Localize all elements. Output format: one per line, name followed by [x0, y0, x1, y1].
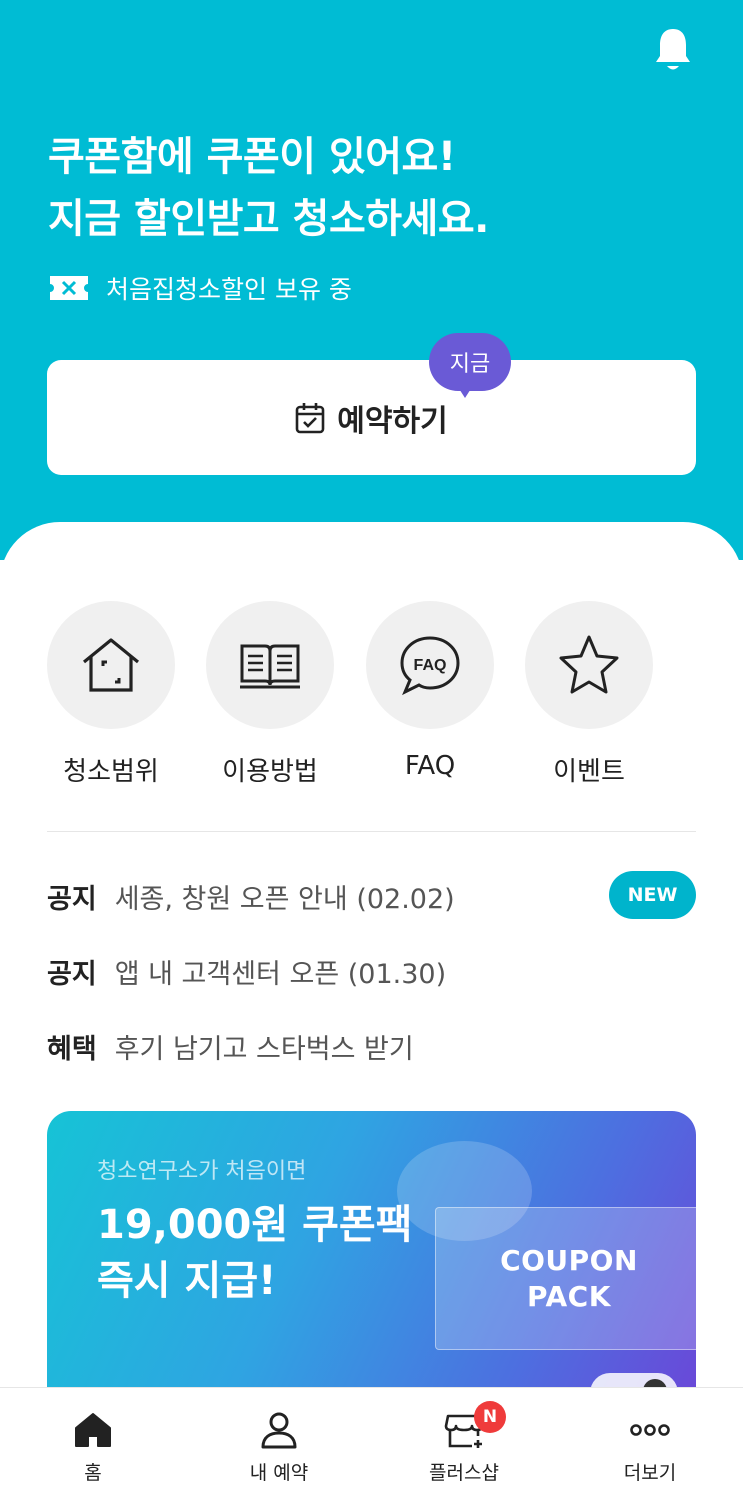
svg-text:FAQ: FAQ — [414, 657, 447, 674]
menu-faq[interactable]: FAQ FAQ — [366, 601, 494, 781]
bell-icon[interactable] — [652, 26, 694, 74]
coupon-ticket-icon — [50, 276, 88, 300]
coupon-status-text: 처음집청소할인 보유 중 — [106, 275, 352, 304]
person-icon — [261, 1412, 297, 1449]
notice-text: 후기 남기고 스타벅스 받기 — [114, 1034, 414, 1065]
menu-circle — [47, 601, 175, 729]
coupon-pack-line2: PACK — [527, 1279, 611, 1313]
coupon-status-row[interactable]: 처음집청소할인 보유 중 — [48, 270, 352, 306]
reserve-button-label: 예약하기 — [337, 403, 448, 439]
notice-tag: 혜택 — [47, 1034, 97, 1065]
tab-label: 홈 — [84, 1462, 102, 1484]
menu-label: 이용방법 — [222, 757, 318, 787]
banner-title-line2: 즉시 지급! — [97, 1258, 277, 1304]
menu-circle — [525, 601, 653, 729]
hero-title-line1: 쿠폰함에 쿠폰이 있어요! — [48, 134, 456, 180]
tab-my-reservation[interactable]: 내 예약 — [186, 1388, 372, 1492]
menu-label: 이벤트 — [553, 757, 625, 787]
hero-header: 쿠폰함에 쿠폰이 있어요! 지금 할인받고 청소하세요. 처음집청소할인 보유 … — [0, 0, 743, 560]
tab-label: 플러스샵 — [429, 1462, 499, 1484]
notice-tag: 공지 — [47, 884, 97, 915]
notice-text: 앱 내 고객센터 오픈 (01.30) — [114, 959, 447, 990]
hero-title-line2: 지금 할인받고 청소하세요. — [48, 196, 489, 242]
coupon-pack-banner[interactable]: 청소연구소가 처음이면 19,000원 쿠폰팩 즉시 지급! COUPON PA… — [47, 1111, 696, 1401]
house-icon — [82, 638, 140, 692]
now-badge-tail — [456, 384, 474, 398]
banner-title: 19,000원 쿠폰팩 즉시 지급! — [97, 1197, 412, 1309]
more-dots-icon — [630, 1424, 670, 1436]
menu-event[interactable]: 이벤트 — [525, 601, 653, 788]
menu-cleaning-scope[interactable]: 청소범위 — [47, 601, 175, 788]
notice-item[interactable]: 혜택 후기 남기고 스타벅스 받기 — [47, 1027, 414, 1066]
new-badge: NEW — [609, 871, 696, 919]
section-divider — [47, 831, 696, 832]
menu-circle — [206, 601, 334, 729]
calendar-check-icon — [295, 402, 325, 433]
menu-how-to-use[interactable]: 이용방법 — [206, 601, 334, 788]
now-badge: 지금 — [429, 333, 511, 391]
menu-circle: FAQ — [366, 601, 494, 729]
banner-subtitle: 청소연구소가 처음이면 — [97, 1159, 307, 1184]
faq-bubble-icon: FAQ — [400, 636, 460, 696]
menu-label: FAQ — [404, 751, 456, 781]
tab-plus-shop[interactable]: 플러스샵 — [371, 1388, 557, 1492]
tab-home[interactable]: 홈 — [0, 1388, 186, 1492]
notice-text: 세종, 창원 오픈 안내 (02.02) — [114, 884, 455, 915]
tab-more[interactable]: 더보기 — [557, 1388, 743, 1492]
tab-label: 내 예약 — [249, 1462, 309, 1484]
tab-label: 더보기 — [623, 1462, 677, 1484]
star-icon — [559, 635, 619, 694]
coupon-pack-card: COUPON PACK — [435, 1207, 696, 1350]
notice-tag: 공지 — [47, 959, 97, 990]
coupon-pack-line1: COUPON — [500, 1243, 638, 1277]
book-icon — [240, 644, 300, 689]
notice-item[interactable]: 공지 세종, 창원 오픈 안내 (02.02) — [47, 877, 455, 916]
new-item-badge: N — [474, 1401, 506, 1433]
hero-title: 쿠폰함에 쿠폰이 있어요! 지금 할인받고 청소하세요. — [48, 126, 489, 250]
notice-item[interactable]: 공지 앱 내 고객센터 오픈 (01.30) — [47, 952, 446, 991]
home-icon — [75, 1413, 111, 1447]
menu-label: 청소범위 — [63, 757, 159, 787]
banner-title-line1: 19,000원 쿠폰팩 — [97, 1202, 413, 1248]
reserve-button[interactable]: 예약하기 — [47, 360, 696, 475]
bottom-tab-bar: 홈 내 예약 플러스샵 더보기 — [0, 1387, 743, 1492]
